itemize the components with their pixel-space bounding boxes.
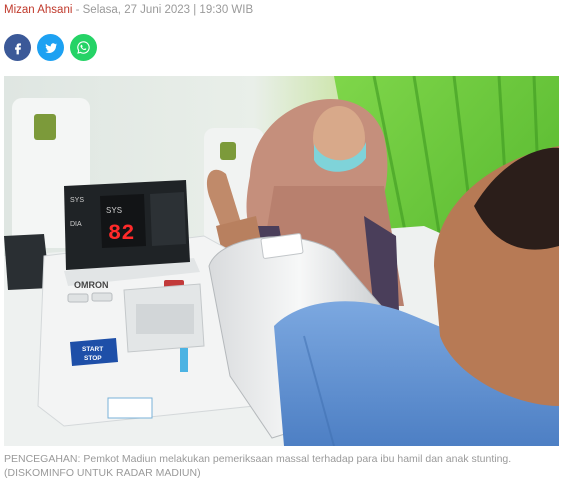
- caption-credit: (DISKOMINFO UNTUK RADAR MADIUN): [4, 467, 201, 479]
- svg-text:DIA: DIA: [70, 221, 82, 228]
- whatsapp-icon: [77, 41, 90, 54]
- article-photo: SYS SYS DIA 82 OMRON START STOP: [4, 76, 559, 446]
- author-link[interactable]: Mizan Ahsani: [4, 4, 72, 16]
- twitter-icon: [44, 42, 57, 53]
- device-sys-label: SYS: [106, 206, 122, 216]
- device-display-value: 82: [108, 221, 134, 246]
- facebook-icon: [14, 42, 21, 54]
- meta-separator: -: [72, 4, 83, 16]
- photo-illustration: SYS SYS DIA 82 OMRON START STOP: [4, 76, 559, 446]
- photo-caption: PENCEGAHAN: Pemkot Madiun melakukan peme…: [4, 452, 560, 480]
- publish-date: Selasa, 27 Juni 2023 | 19:30 WIB: [82, 4, 254, 16]
- svg-text:SYS: SYS: [70, 197, 84, 204]
- device-brand: OMRON: [74, 280, 109, 290]
- whatsapp-share-button[interactable]: [70, 34, 97, 61]
- article-meta: Mizan Ahsani - Selasa, 27 Juni 2023 | 19…: [4, 4, 253, 16]
- twitter-share-button[interactable]: [37, 34, 64, 61]
- share-bar: [4, 34, 97, 61]
- device-stop-label: STOP: [84, 355, 102, 362]
- caption-text: PENCEGAHAN: Pemkot Madiun melakukan peme…: [4, 453, 512, 465]
- facebook-share-button[interactable]: [4, 34, 31, 61]
- device-start-label: START: [82, 346, 103, 353]
